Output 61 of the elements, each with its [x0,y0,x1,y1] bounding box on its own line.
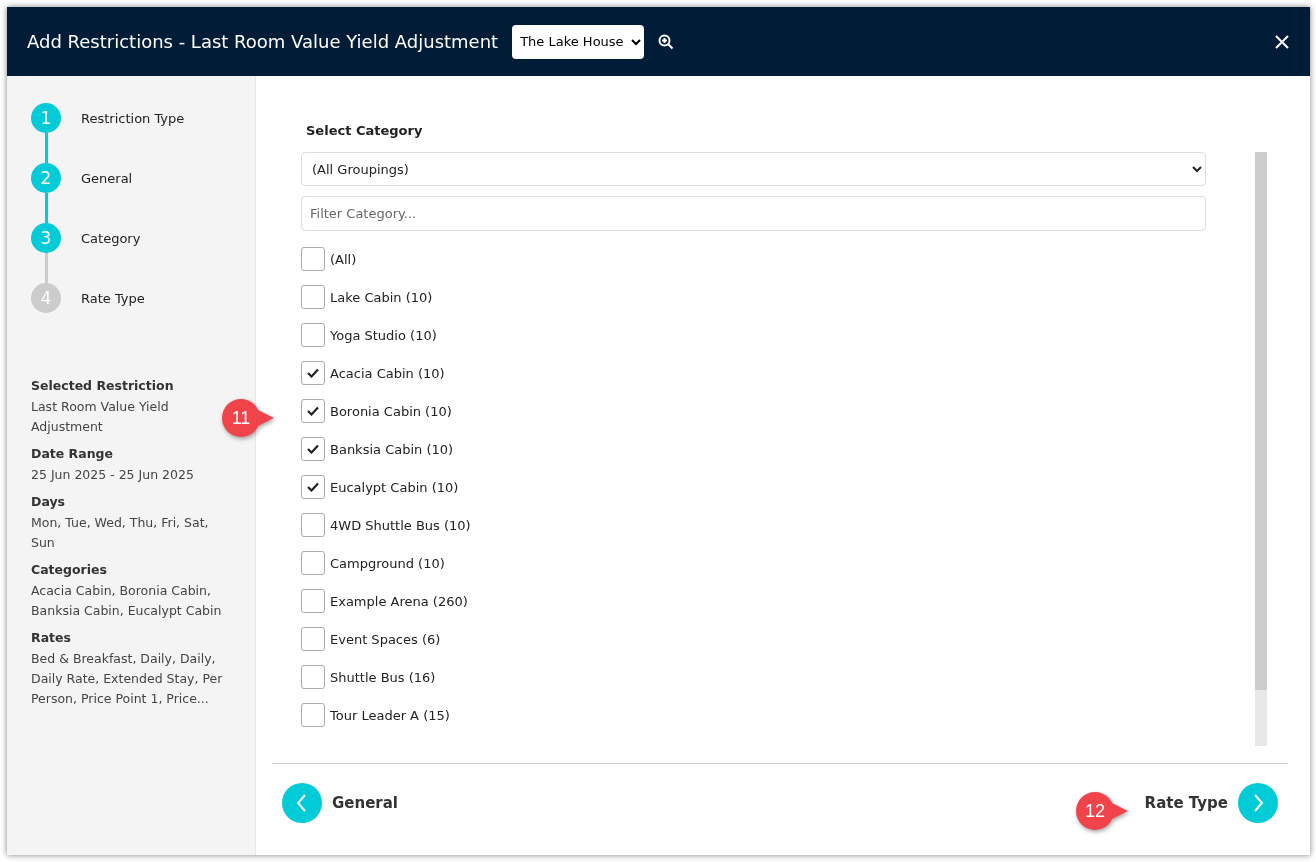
category-label: Boronia Cabin (10) [330,403,452,419]
close-icon[interactable] [1274,33,1290,50]
checkbox[interactable] [301,627,325,651]
check-icon [307,368,319,378]
back-button[interactable]: General [282,783,398,823]
step-number: 3 [31,223,61,253]
step-connector [45,193,48,223]
summary-heading: Categories [31,562,108,577]
checkbox[interactable] [301,323,325,347]
summary-value: Acacia Cabin, Boronia Cabin, Banksia Cabin, Eucalypt Cabin [31,582,223,620]
checkbox[interactable] [301,703,325,727]
grouping-select[interactable]: (All Groupings) [301,152,1206,186]
summary-value: 25 Jun 2025 - 25 Jun 2025 [31,466,195,484]
summary-heading: Date Range [31,446,114,461]
checkbox[interactable] [301,361,325,385]
step-connector [45,133,48,163]
check-icon [307,482,319,492]
category-label: 4WD Shuttle Bus (10) [330,517,471,533]
category-label: Eucalypt Cabin (10) [330,479,459,495]
filter-field[interactable]: Filter Category... [301,196,1206,231]
category-label: Tour Leader A (15) [330,707,450,723]
category-label: Banksia Cabin (10) [330,441,454,457]
section-heading: Select Category [306,123,424,138]
step-label: Category [81,230,141,246]
checkbox[interactable] [301,437,325,461]
category-label: Acacia Cabin (10) [330,365,445,381]
checkbox[interactable] [301,551,325,575]
summary-heading: Selected Restriction [31,378,175,393]
category-label: Campground (10) [330,555,445,571]
category-label: Shuttle Bus (16) [330,669,436,685]
zoom-in-icon[interactable] [658,33,675,50]
checkbox[interactable] [301,475,325,499]
category-label: Lake Cabin (10) [330,289,433,305]
step-label: General [81,170,133,186]
checkbox[interactable] [301,589,325,613]
step-label: Rate Type [81,290,145,306]
checkbox[interactable] [301,247,325,271]
checkbox[interactable] [301,285,325,309]
step-connector [45,253,48,283]
chevron-left-icon [295,793,309,813]
category-label: (All) [330,251,357,267]
window-title: Add Restrictions - Last Room Value Yield Adjustment [27,31,499,52]
category-label: Example Arena (260) [330,593,468,609]
chevron-right-icon [1251,793,1265,813]
step-number: 2 [31,163,61,193]
summary-value: Mon, Tue, Wed, Thu, Fri, Sat, Sun [31,514,210,552]
summary-heading: Days [31,494,66,509]
property-select[interactable]: The Lake House [512,24,645,59]
category-label: Event Spaces (6) [330,631,441,647]
summary-value: Bed & Breakfast, Daily, Daily, Daily Rate, Extended Stay, Per Person, Price Point 1, Price... [31,650,224,708]
checkbox[interactable] [301,665,325,689]
checkbox[interactable] [301,513,325,537]
step-number: 1 [31,103,61,133]
category-label: Yoga Studio (10) [330,327,437,343]
check-icon [307,444,319,454]
step-label: Restriction Type [81,110,185,126]
summary-value: Last Room Value Yield Adjustment [31,398,170,436]
summary-heading: Rates [31,630,72,645]
check-icon [307,406,319,416]
next-button[interactable]: Rate Type [1144,783,1278,823]
checkbox[interactable] [301,399,325,423]
